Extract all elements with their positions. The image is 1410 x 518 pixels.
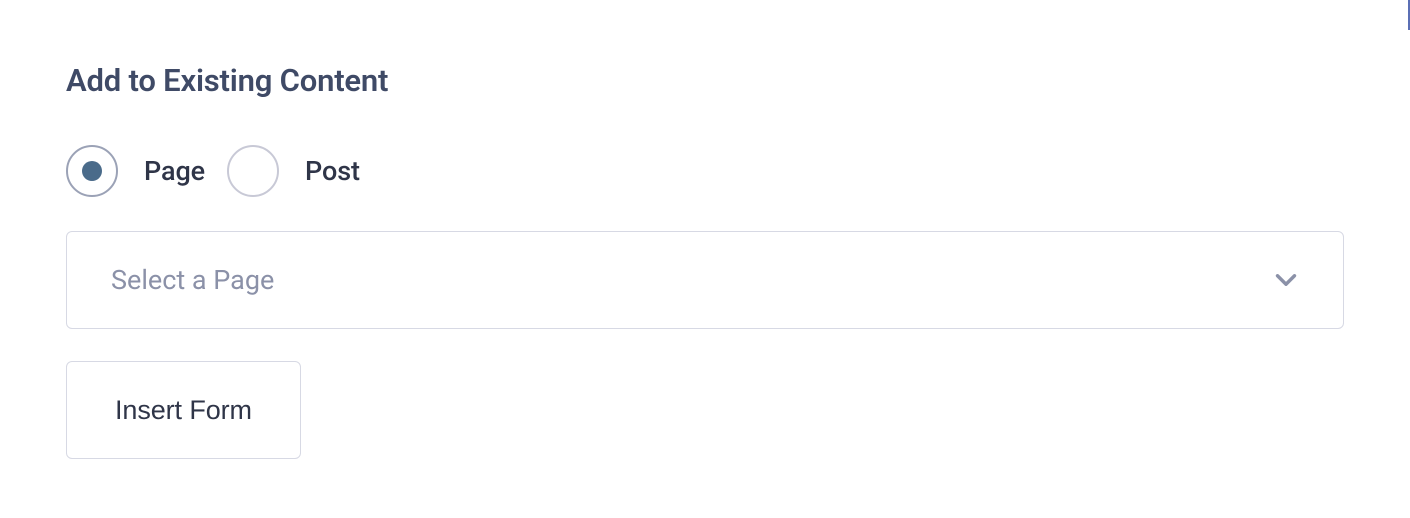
section-title: Add to Existing Content <box>66 62 1344 99</box>
radio-dot-icon <box>82 161 102 181</box>
content-type-radio-group: Page Post <box>66 145 1344 197</box>
radio-page[interactable]: Page <box>66 145 205 197</box>
select-page-dropdown[interactable]: Select a Page <box>66 231 1344 329</box>
select-placeholder: Select a Page <box>111 264 274 296</box>
radio-post[interactable]: Post <box>227 145 360 197</box>
radio-page-label: Page <box>144 155 205 187</box>
chevron-down-icon <box>1269 263 1303 297</box>
insert-form-button[interactable]: Insert Form <box>66 361 301 459</box>
radio-indicator-selected <box>66 145 118 197</box>
radio-indicator-unselected <box>227 145 279 197</box>
radio-post-label: Post <box>305 155 360 187</box>
